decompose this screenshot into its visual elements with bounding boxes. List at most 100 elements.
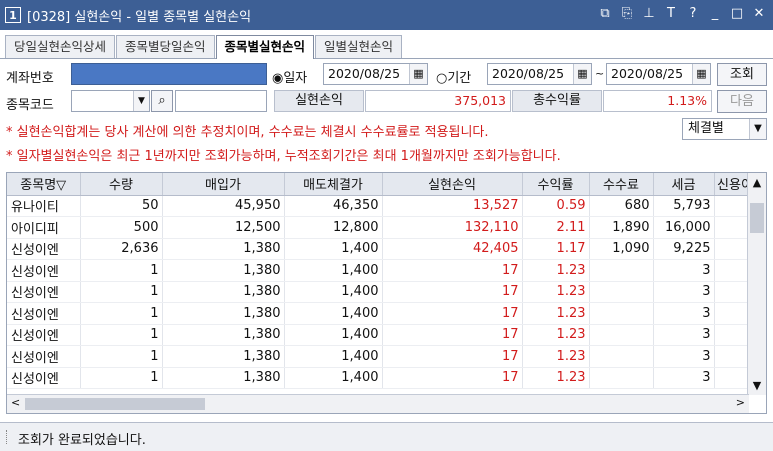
table-row[interactable]: 유나이티 50 45,950 46,350 13,527 0.59 680 5,793 [7, 195, 757, 217]
stock-code-field[interactable]: ▼ [71, 90, 150, 112]
cell-realized-pl: 132,110 [382, 216, 523, 239]
vertical-scroll-thumb[interactable] [750, 203, 764, 233]
cell-sell-price: 1,400 [284, 345, 383, 368]
cell-realized-pl: 17 [382, 302, 523, 325]
col-buy-price[interactable]: 매입가 [162, 173, 285, 196]
cell-quantity: 500 [80, 216, 163, 239]
cell-stock-name: 신성이엔 [7, 281, 81, 303]
cell-stock-name: 유나이티 [7, 195, 81, 217]
cell-realized-pl: 17 [382, 281, 523, 303]
col-sell-price[interactable]: 매도체결가 [284, 173, 383, 196]
cell-stock-name: 신성이엔 [7, 345, 81, 368]
grip-icon [6, 430, 10, 444]
horizontal-scrollbar[interactable]: < > [7, 394, 749, 413]
tab-today-detail[interactable]: 당일실현손익상세 [5, 35, 116, 58]
tab-stock-realized[interactable]: 종목별실현손익 [215, 35, 315, 59]
cell-return-rate: 1.23 [522, 302, 590, 325]
table-row[interactable]: 신성이엔 1 1,380 1,400 17 1.23 3 [7, 302, 757, 325]
calendar-icon[interactable]: ▦ [573, 64, 591, 84]
table-row[interactable]: 신성이엔 1 1,380 1,400 17 1.23 3 [7, 259, 757, 282]
table-row[interactable]: 아이디피 500 12,500 12,800 132,110 2.11 1,890 16,00… [7, 216, 757, 239]
window-title: [0328] 실현손익 - 일별 종목별 실현손익 [27, 9, 252, 25]
table-row[interactable]: 신성이엔 1 1,380 1,400 17 1.23 3 [7, 324, 757, 346]
cell-stock-name: 신성이엔 [7, 302, 81, 325]
cell-buy-price: 1,380 [162, 324, 285, 346]
tab-stock-today[interactable]: 종목별당일손익 [116, 35, 215, 58]
account-field[interactable] [71, 63, 267, 85]
cell-quantity: 1 [80, 324, 163, 346]
close-icon[interactable]: ✕ [751, 6, 767, 22]
calendar-icon[interactable]: ▦ [409, 64, 427, 84]
font-icon[interactable]: T [663, 6, 679, 22]
cell-commission [589, 367, 654, 389]
notice-period: * 일자별실현손익은 최근 1년까지만 조회가능하며, 누적조회기간은 최대 1… [6, 149, 561, 164]
stock-code-label: 종목코드 [6, 98, 54, 113]
next-button[interactable]: 다음 [717, 90, 767, 113]
total-return-label: 총수익률 [512, 90, 602, 112]
search-icon[interactable]: ⌕ [151, 90, 173, 112]
col-stock-name[interactable]: 종목명▽ [7, 173, 81, 196]
restore-icon[interactable]: ⧉ [597, 6, 613, 22]
query-button[interactable]: 조회 [717, 63, 767, 86]
cell-sell-price: 12,800 [284, 216, 383, 239]
cell-stock-name: 신성이엔 [7, 367, 81, 389]
cell-stock-name: 신성이엔 [7, 324, 81, 346]
col-quantity[interactable]: 수량 [80, 173, 163, 196]
cell-commission [589, 324, 654, 346]
cell-quantity: 1 [80, 281, 163, 303]
notice-estimate: * 실현손익합계는 당사 계산에 의한 추정치이며, 수수료는 체결시 수수료률… [6, 125, 489, 140]
radio-date[interactable]: ◉일자 [272, 67, 307, 86]
realized-pl-label: 실현손익 [274, 90, 364, 112]
status-message: 조회가 완료되었습니다. [18, 433, 146, 448]
cell-commission [589, 259, 654, 282]
period-from-field[interactable]: 2020/08/25 ▦ [487, 63, 592, 85]
cell-commission [589, 302, 654, 325]
table-row[interactable]: 신성이엔 1 1,380 1,400 17 1.23 3 [7, 281, 757, 303]
col-realized-pl[interactable]: 실현손익 [382, 173, 523, 196]
copy-icon[interactable]: ⎘ [619, 6, 635, 22]
cell-quantity: 1 [80, 345, 163, 368]
cell-quantity: 1 [80, 367, 163, 389]
cell-quantity: 1 [80, 302, 163, 325]
radio-period[interactable]: ○기간 [436, 67, 471, 86]
stock-name-field[interactable] [175, 90, 267, 112]
period-to-value: 2020/08/25 [611, 66, 684, 81]
cell-commission: 680 [589, 195, 654, 217]
scroll-right-icon[interactable]: > [736, 396, 745, 409]
help-icon[interactable]: ? [685, 6, 701, 22]
table-row[interactable]: 신성이엔 1 1,380 1,400 17 1.23 3 [7, 367, 757, 389]
tab-daily-realized[interactable]: 일별실현손익 [315, 35, 403, 58]
date-field[interactable]: 2020/08/25 ▦ [323, 63, 428, 85]
calendar-icon[interactable]: ▦ [692, 64, 710, 84]
col-tax[interactable]: 세금 [653, 173, 715, 196]
cell-return-rate: 1.17 [522, 238, 590, 260]
cell-buy-price: 1,380 [162, 281, 285, 303]
cell-commission: 1,890 [589, 216, 654, 239]
scroll-up-icon[interactable]: ▲ [748, 176, 766, 189]
scroll-left-icon[interactable]: < [11, 396, 20, 409]
results-table: 종목명▽ 수량 매입가 매도체결가 실현손익 수익률 수수료 세금 신용이 유나… [7, 173, 757, 389]
results-grid: 종목명▽ 수량 매입가 매도체결가 실현손익 수익률 수수료 세금 신용이 유나… [6, 172, 767, 414]
filter-select[interactable]: 체결별 ▼ [682, 118, 767, 140]
chevron-down-icon[interactable]: ▼ [749, 119, 766, 139]
date-value: 2020/08/25 [328, 66, 401, 81]
col-return-rate[interactable]: 수익률 [522, 173, 590, 196]
horizontal-scroll-thumb[interactable] [25, 398, 205, 410]
scroll-down-icon[interactable]: ▼ [748, 379, 766, 392]
pin-icon[interactable]: ⊥ [641, 6, 657, 22]
cell-tax: 3 [653, 345, 715, 368]
cell-return-rate: 1.23 [522, 259, 590, 282]
chevron-down-icon[interactable]: ▼ [133, 91, 149, 111]
table-row[interactable]: 신성이엔 1 1,380 1,400 17 1.23 3 [7, 345, 757, 368]
window-number[interactable]: 1 [5, 7, 21, 23]
minimize-icon[interactable]: _ [707, 6, 723, 22]
table-row[interactable]: 신성이엔 2,636 1,380 1,400 42,405 1.17 1,090 9,225 [7, 238, 757, 260]
period-to-field[interactable]: 2020/08/25 ▦ [606, 63, 711, 85]
title-bar: 1 [0328] 실현손익 - 일별 종목별 실현손익 ⧉ ⎘ ⊥ T ? _ … [0, 0, 773, 30]
cell-sell-price: 1,400 [284, 259, 383, 282]
vertical-scrollbar[interactable]: ▲ ▼ [747, 173, 766, 395]
cell-commission [589, 345, 654, 368]
col-commission[interactable]: 수수료 [589, 173, 654, 196]
maximize-icon[interactable]: □ [729, 6, 745, 22]
status-bar: 조회가 완료되었습니다. [0, 422, 773, 451]
